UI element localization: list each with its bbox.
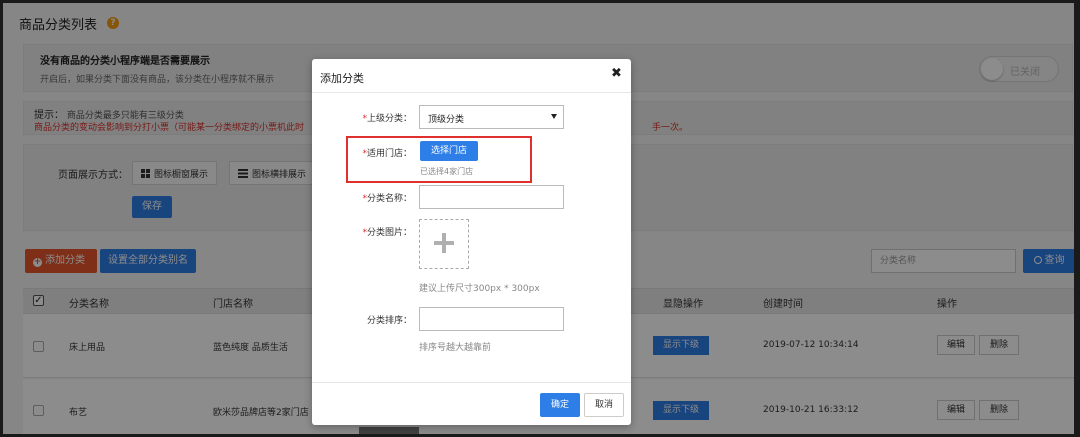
name-label-text: 分类名称： [366,194,412,204]
parent-category-label: *上级分类： [342,111,412,124]
highlight-box [346,136,532,183]
cancel-button[interactable]: 取消 [584,393,624,417]
sort-input[interactable] [419,307,564,331]
modal-header: 添加分类 ✖ [312,59,631,93]
image-label: *分类图片： [342,225,412,238]
add-category-modal: 添加分类 ✖ *上级分类： 顶级分类 *适用门店： 选择门店 已选择4家门店 *… [312,59,631,425]
image-upload[interactable] [419,219,469,269]
modal-title: 添加分类 [320,72,364,85]
confirm-button[interactable]: 确定 [540,393,580,417]
parent-category-select[interactable]: 顶级分类 [419,105,564,129]
category-name-input[interactable] [419,185,564,209]
sort-hint: 排序号越大越靠前 [419,343,492,353]
plus-icon [433,232,455,254]
image-size-hint: 建议上传尺寸300px * 300px [419,284,540,294]
modal-footer: 确定 取消 [312,382,631,425]
parent-category-value: 顶级分类 [428,115,465,125]
chevron-down-icon [551,114,557,119]
sort-label: 分类排序： [366,316,412,326]
app-frame: 商品分类列表 ? 没有商品的分类小程序端是否需要展示 开启后，如果分类下面没有商… [0,0,1080,437]
name-label: *分类名称： [342,191,412,204]
image-label-text: 分类图片： [366,228,412,238]
close-icon[interactable]: ✖ [611,66,622,81]
parent-category-label-text: 上级分类： [366,114,412,124]
